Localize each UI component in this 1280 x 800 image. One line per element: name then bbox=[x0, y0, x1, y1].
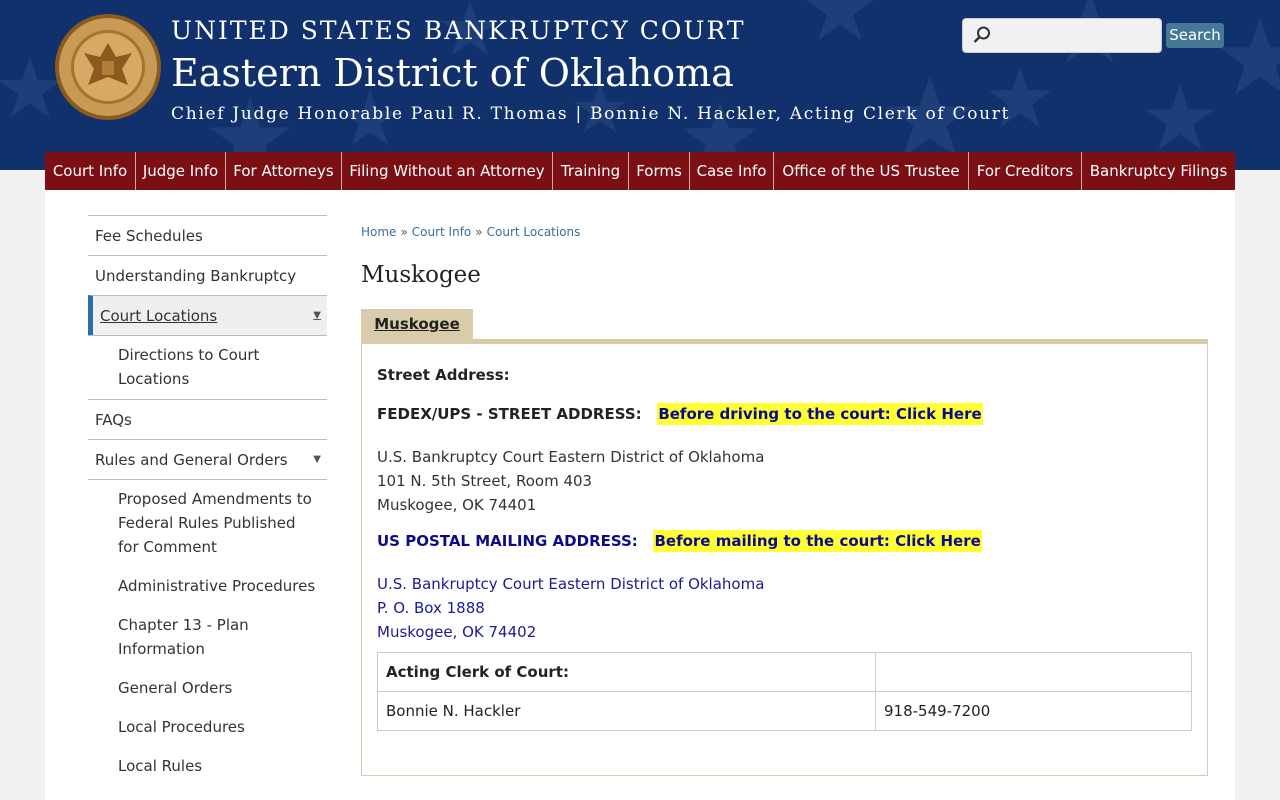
triangle-down-icon[interactable]: ▼ bbox=[313, 440, 321, 480]
nav-filing-without-attorney[interactable]: Filing Without an Attorney bbox=[342, 152, 553, 190]
fedex-label-line: FEDEX/UPS - STREET ADDRESS: Before drivi… bbox=[377, 403, 983, 425]
sidebar-subitem-general-orders[interactable]: General Orders bbox=[88, 669, 327, 708]
search-icon bbox=[973, 26, 990, 43]
before-mailing-link[interactable]: Before mailing to the court: Click Here bbox=[653, 530, 982, 552]
nav-for-attorneys[interactable]: For Attorneys bbox=[226, 152, 342, 190]
nav-case-info[interactable]: Case Info bbox=[690, 152, 774, 190]
postal-label: US POSTAL MAILING ADDRESS: bbox=[377, 532, 638, 550]
tab-muskogee[interactable]: Muskogee bbox=[361, 309, 473, 339]
triangle-down-icon[interactable]: ▼ bbox=[313, 296, 321, 336]
breadcrumb: Home» Court Info» Court Locations bbox=[361, 225, 580, 239]
nav-bankruptcy-filings[interactable]: Bankruptcy Filings bbox=[1082, 152, 1235, 190]
postal-address: U.S. Bankruptcy Court Eastern District o… bbox=[377, 572, 764, 644]
main-nav: Court Info Judge Info For Attorneys Fili… bbox=[45, 152, 1235, 190]
sidebar-subitem-administrative-procedures[interactable]: Administrative Procedures bbox=[88, 567, 327, 606]
page-content: Fee Schedules Understanding Bankruptcy C… bbox=[45, 190, 1235, 800]
site-header: UNITED STATES BANKRUPTCY COURT Eastern D… bbox=[0, 0, 1280, 170]
breadcrumb-separator: » bbox=[400, 225, 408, 239]
street-address-label: Street Address: bbox=[377, 366, 510, 384]
sidebar-subitem-local-procedures[interactable]: Local Procedures bbox=[88, 708, 327, 747]
breadcrumb-home[interactable]: Home bbox=[361, 225, 396, 239]
sidebar-subitem-proposed-amendments[interactable]: Proposed Amendments to Federal Rules Pub… bbox=[88, 479, 327, 567]
nav-forms[interactable]: Forms bbox=[629, 152, 690, 190]
court-name[interactable]: UNITED STATES BANKRUPTCY COURT bbox=[171, 14, 1010, 48]
clerk-table: Acting Clerk of Court: Bonnie N. Hackler… bbox=[377, 652, 1192, 731]
street-line: 101 N. 5th Street, Room 403 bbox=[377, 472, 593, 490]
sidebar: Fee Schedules Understanding Bankruptcy C… bbox=[88, 215, 327, 786]
table-row: Bonnie N. Hackler 918-549-7200 bbox=[377, 691, 1192, 731]
search-input[interactable] bbox=[962, 18, 1162, 53]
nav-for-creditors[interactable]: For Creditors bbox=[969, 152, 1082, 190]
postal-line: Muskogee, OK 74402 bbox=[377, 623, 537, 641]
title-block: UNITED STATES BANKRUPTCY COURT Eastern D… bbox=[171, 14, 1010, 124]
tab-panel: Street Address: FEDEX/UPS - STREET ADDRE… bbox=[361, 339, 1208, 776]
sidebar-item-understanding-bankruptcy[interactable]: Understanding Bankruptcy bbox=[88, 255, 327, 295]
page-title: Muskogee bbox=[361, 262, 481, 288]
nav-training[interactable]: Training bbox=[553, 152, 629, 190]
clerk-phone-cell: 918-549-7200 bbox=[875, 691, 1192, 731]
court-seal-icon bbox=[55, 14, 161, 120]
fedex-label: FEDEX/UPS - STREET ADDRESS: bbox=[377, 405, 642, 423]
table-header-row: Acting Clerk of Court: bbox=[377, 652, 1192, 692]
sidebar-item-court-locations[interactable]: Court Locations ▼ bbox=[88, 295, 327, 335]
postal-line: P. O. Box 1888 bbox=[377, 599, 485, 617]
street-line: Muskogee, OK 74401 bbox=[377, 496, 537, 514]
breadcrumb-court-info[interactable]: Court Info bbox=[412, 225, 472, 239]
street-address: U.S. Bankruptcy Court Eastern District o… bbox=[377, 445, 764, 517]
nav-judge-info[interactable]: Judge Info bbox=[136, 152, 226, 190]
breadcrumb-court-locations[interactable]: Court Locations bbox=[487, 225, 581, 239]
table-header-cell bbox=[875, 652, 1192, 692]
nav-office-us-trustee[interactable]: Office of the US Trustee bbox=[774, 152, 969, 190]
postal-line: U.S. Bankruptcy Court Eastern District o… bbox=[377, 575, 765, 593]
breadcrumb-separator: » bbox=[475, 225, 483, 239]
postal-label-line: US POSTAL MAILING ADDRESS: Before mailin… bbox=[377, 530, 982, 552]
sidebar-subitem-chapter-13[interactable]: Chapter 13 - Plan Information bbox=[88, 606, 327, 669]
judge-line: Chief Judge Honorable Paul R. Thomas | B… bbox=[171, 104, 1011, 124]
district-name[interactable]: Eastern District of Oklahoma bbox=[171, 48, 1010, 98]
sidebar-item-faqs[interactable]: FAQs bbox=[88, 399, 327, 439]
before-driving-link[interactable]: Before driving to the court: Click Here bbox=[657, 403, 983, 425]
table-header-cell: Acting Clerk of Court: bbox=[377, 652, 876, 692]
search-button[interactable]: Search bbox=[1166, 23, 1224, 48]
sidebar-subitem-local-rules[interactable]: Local Rules bbox=[88, 747, 327, 786]
street-line: U.S. Bankruptcy Court Eastern District o… bbox=[377, 448, 765, 466]
sidebar-item-rules-general-orders[interactable]: Rules and General Orders ▼ bbox=[88, 439, 327, 479]
sidebar-subitem-directions[interactable]: Directions to Court Locations bbox=[88, 335, 327, 399]
clerk-name-cell: Bonnie N. Hackler bbox=[377, 691, 876, 731]
sidebar-item-fee-schedules[interactable]: Fee Schedules bbox=[88, 215, 327, 255]
nav-court-info[interactable]: Court Info bbox=[45, 152, 136, 190]
